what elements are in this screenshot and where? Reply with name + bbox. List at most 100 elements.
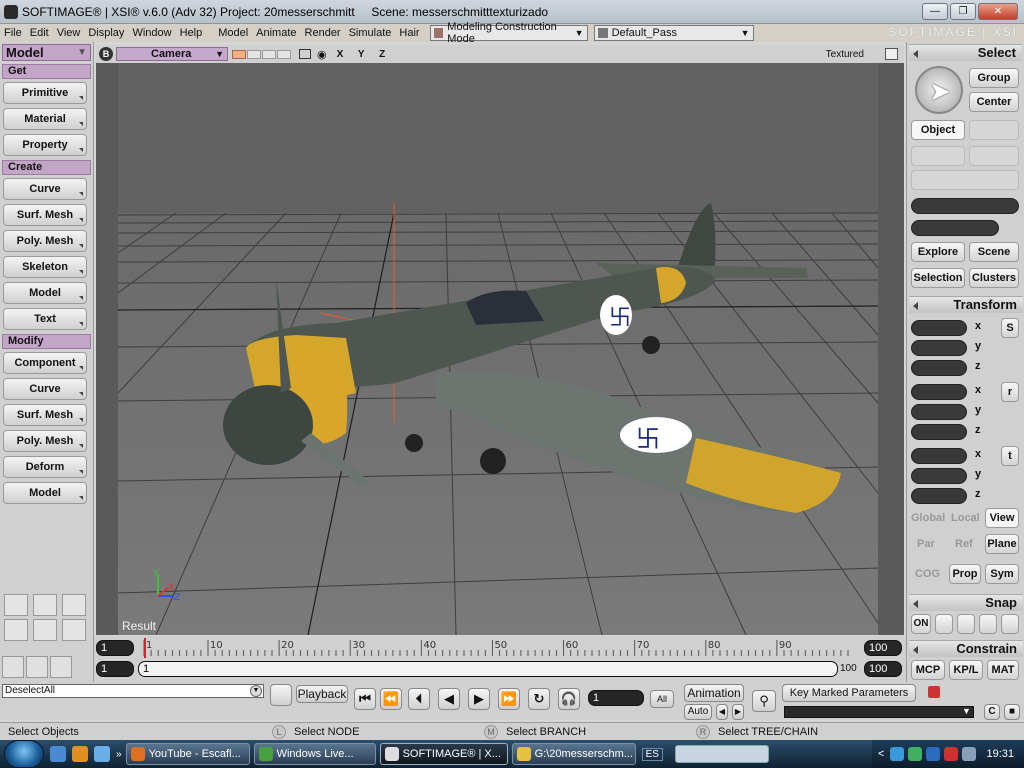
- filter-button-empty[interactable]: [969, 146, 1019, 166]
- command-input[interactable]: DeselectAll ▼: [2, 684, 264, 698]
- filter-dropdown[interactable]: [911, 170, 1019, 190]
- filter-button-empty[interactable]: [911, 146, 965, 166]
- snap-surface-icon[interactable]: [979, 614, 997, 634]
- start-button[interactable]: [4, 740, 44, 768]
- play-forward-icon[interactable]: ▶: [468, 688, 490, 710]
- internet-explorer-icon[interactable]: [94, 746, 110, 762]
- tray-expand-icon[interactable]: <: [878, 748, 884, 760]
- scale-y-field[interactable]: [911, 340, 967, 356]
- timeline-start-field[interactable]: 1: [96, 640, 134, 656]
- par-toggle[interactable]: Par: [917, 538, 935, 550]
- key-icon[interactable]: ⚲: [752, 690, 776, 712]
- cog-toggle[interactable]: COG: [915, 568, 940, 580]
- select-tool-dial[interactable]: ➤: [915, 66, 963, 114]
- minimize-button[interactable]: —: [922, 3, 948, 20]
- viewport-3d[interactable]: 卐 卐 Y X Z Result: [96, 63, 904, 635]
- menu-help[interactable]: Help: [176, 27, 207, 39]
- select-section-title[interactable]: Select: [909, 44, 1022, 61]
- animation-button[interactable]: Animation: [684, 684, 744, 702]
- module-select[interactable]: Model ▼: [2, 44, 91, 61]
- palette-tool-icon[interactable]: [50, 656, 72, 678]
- snap-point-icon[interactable]: [935, 614, 953, 634]
- selection-field-2[interactable]: [911, 220, 999, 236]
- center-button[interactable]: Center: [969, 92, 1019, 112]
- global-toggle[interactable]: Global: [911, 512, 945, 524]
- modify-poly-mesh-button[interactable]: Poly. Mesh: [3, 430, 87, 452]
- menu-simulate[interactable]: Simulate: [345, 27, 396, 39]
- prev-key-icon[interactable]: ⏴: [408, 688, 430, 710]
- volume-icon[interactable]: [962, 747, 977, 761]
- task-folder[interactable]: G:\20messerschm...: [511, 743, 636, 765]
- menu-display[interactable]: Display: [84, 27, 128, 39]
- kpl-button[interactable]: KP/L: [949, 660, 983, 680]
- render-pass-select[interactable]: Default_Pass ▼: [593, 25, 754, 41]
- audio-icon[interactable]: 🎧: [558, 688, 580, 710]
- scale-x-field[interactable]: [911, 320, 967, 336]
- modify-surf-mesh-button[interactable]: Surf. Mesh: [3, 404, 87, 426]
- timeline-end2-field[interactable]: 100: [864, 661, 902, 677]
- close-button[interactable]: ✕: [978, 3, 1018, 20]
- plane-toggle[interactable]: Plane: [985, 534, 1019, 554]
- messenger-icon[interactable]: [908, 747, 923, 761]
- maximize-button[interactable]: ❐: [950, 3, 976, 20]
- layout-rows-icon[interactable]: [62, 619, 86, 641]
- get-property-button[interactable]: Property: [3, 134, 87, 156]
- memo-cams[interactable]: [232, 49, 291, 59]
- network-icon[interactable]: [890, 747, 905, 761]
- eye-icon[interactable]: ◉: [317, 48, 327, 61]
- group-button[interactable]: Group: [969, 68, 1019, 88]
- goto-start-icon[interactable]: ⏮: [354, 688, 376, 710]
- layout-split-icon[interactable]: [4, 619, 28, 641]
- selection-field[interactable]: [911, 198, 1019, 214]
- create-surf-mesh-button[interactable]: Surf. Mesh: [3, 204, 87, 226]
- security-icon[interactable]: [926, 747, 941, 761]
- mat-button[interactable]: MAT: [987, 660, 1019, 680]
- rotate-z-field[interactable]: [911, 424, 967, 440]
- menu-file[interactable]: File: [0, 27, 26, 39]
- selection-button[interactable]: Selection: [911, 268, 965, 288]
- menu-view[interactable]: View: [53, 27, 85, 39]
- play-reverse-icon[interactable]: ◀: [438, 688, 460, 710]
- animation-lock-icon[interactable]: ■: [1004, 704, 1020, 720]
- scale-z-field[interactable]: [911, 360, 967, 376]
- translate-x-field[interactable]: [911, 448, 967, 464]
- animation-c-icon[interactable]: C: [984, 704, 1000, 720]
- menu-render[interactable]: Render: [301, 27, 345, 39]
- snap-curve-icon[interactable]: [957, 614, 975, 634]
- view-toggle[interactable]: View: [985, 508, 1019, 528]
- task-youtube[interactable]: YouTube - Escafl...: [125, 743, 250, 765]
- playback-settings-icon[interactable]: [270, 684, 292, 706]
- construction-mode-select[interactable]: Modeling Construction Mode ▼: [429, 21, 588, 45]
- layout-columns-icon[interactable]: [33, 619, 57, 641]
- next-key-button[interactable]: ▶: [732, 704, 744, 720]
- modify-deform-button[interactable]: Deform: [3, 456, 87, 478]
- auto-key-button[interactable]: Auto: [684, 704, 712, 720]
- snap-section-title[interactable]: Snap: [909, 594, 1023, 611]
- media-player-icon[interactable]: [72, 746, 88, 762]
- timeline-end-field[interactable]: 100: [864, 640, 902, 656]
- create-model-button[interactable]: Model: [3, 282, 87, 304]
- viewport-letter[interactable]: B: [99, 47, 113, 61]
- layout-grid-icon[interactable]: [62, 594, 86, 616]
- menu-animate[interactable]: Animate: [252, 27, 300, 39]
- scale-button[interactable]: S: [1001, 318, 1019, 338]
- next-key-icon[interactable]: ⏩: [498, 688, 520, 710]
- menu-edit[interactable]: Edit: [26, 27, 53, 39]
- section-create[interactable]: Create: [2, 160, 91, 175]
- animation-layer-field[interactable]: [784, 706, 974, 718]
- mcp-button[interactable]: MCP: [911, 660, 945, 680]
- modify-model-button[interactable]: Model: [3, 482, 87, 504]
- clusters-button[interactable]: Clusters: [969, 268, 1019, 288]
- timeline-current-field[interactable]: 1: [96, 661, 134, 677]
- get-primitive-button[interactable]: Primitive: [3, 82, 87, 104]
- section-modify[interactable]: Modify: [2, 334, 91, 349]
- rotate-y-field[interactable]: [911, 404, 967, 420]
- timeline-range-slider[interactable]: 1: [138, 661, 838, 677]
- local-toggle[interactable]: Local: [951, 512, 980, 524]
- step-back-icon[interactable]: ⏪: [380, 688, 402, 710]
- create-curve-button[interactable]: Curve: [3, 178, 87, 200]
- all-button[interactable]: All: [650, 690, 674, 708]
- constrain-section-title[interactable]: Constrain: [909, 640, 1023, 657]
- layout-four-icon[interactable]: [4, 594, 28, 616]
- task-windows-live[interactable]: Windows Live...: [253, 743, 376, 765]
